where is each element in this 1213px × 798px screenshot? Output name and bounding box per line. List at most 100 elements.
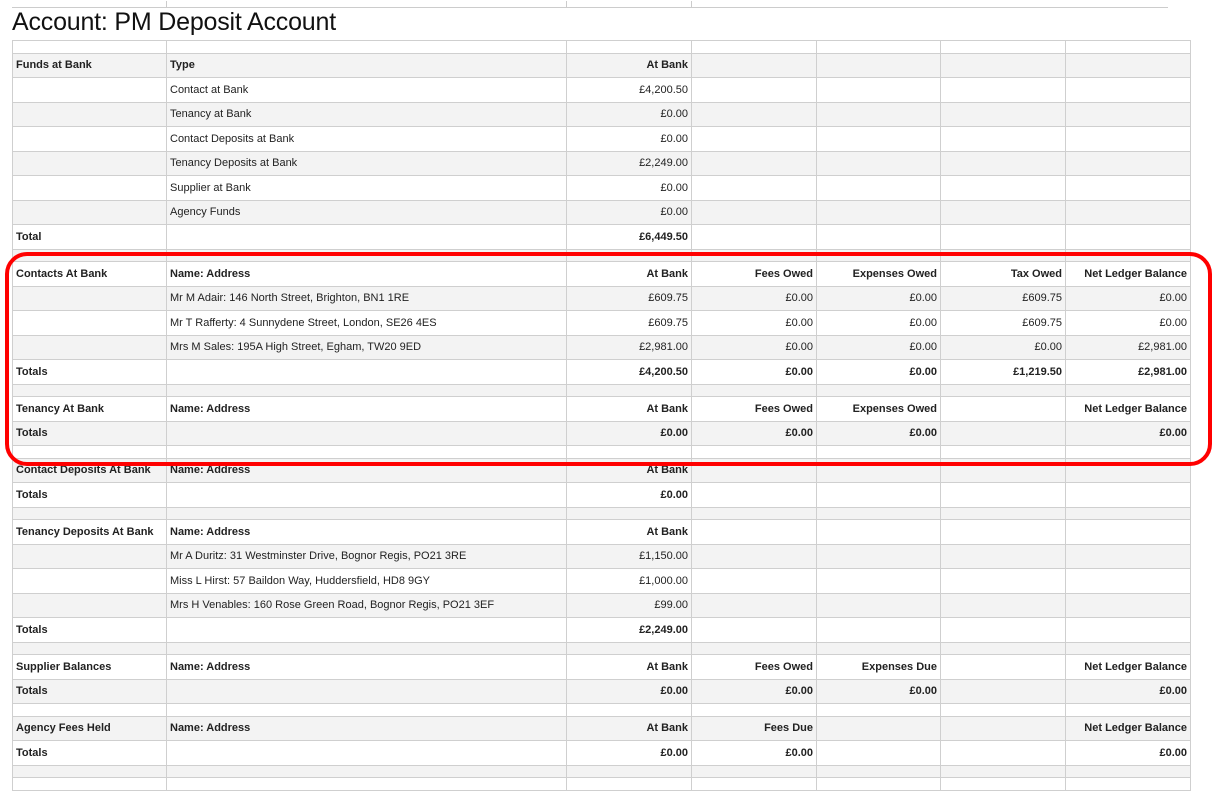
table-cell: Mrs H Venables: 160 Rose Green Road, Bog…: [166, 592, 567, 618]
table-cell: [940, 396, 1066, 422]
spacer-row: [12, 445, 1191, 459]
table-cell: £0.00: [816, 359, 941, 385]
table-cell: £0.00: [691, 285, 817, 311]
table-cell: Fees Owed: [691, 261, 817, 287]
table-cell: [816, 224, 941, 250]
table-cell: [940, 617, 1066, 643]
table-cell: [691, 703, 817, 717]
table-cell: [166, 359, 567, 385]
table-row: Mr T Rafferty: 4 Sunnydene Street, Londo…: [12, 310, 1191, 336]
table-cell: [1065, 592, 1191, 618]
table-cell: £609.75: [566, 285, 692, 311]
table-cell: [816, 641, 941, 655]
table-cell: [12, 777, 167, 791]
table-cell: [166, 764, 567, 778]
table-cell: [816, 199, 941, 225]
table-cell: [816, 150, 941, 176]
table-cell: At Bank: [566, 715, 692, 741]
table-cell: [940, 641, 1066, 655]
table-cell: Fees Due: [691, 715, 817, 741]
table-cell: [816, 52, 941, 78]
table-cell: Mr M Adair: 146 North Street, Brighton, …: [166, 285, 567, 311]
table-cell: Totals: [12, 740, 167, 766]
table-cell: [816, 457, 941, 483]
table-cell: Funds at Bank: [12, 52, 167, 78]
table-row: Contact Deposits at Bank £0.00: [12, 126, 1191, 152]
table-cell: [691, 175, 817, 201]
table-cell: [166, 641, 567, 655]
table-cell: [940, 457, 1066, 483]
table-cell: £1,000.00: [566, 568, 692, 594]
table-cell: Expenses Owed: [816, 261, 941, 287]
table-cell: Totals: [12, 420, 167, 446]
table-cell: [816, 568, 941, 594]
table-cell: [816, 617, 941, 643]
table-cell: [566, 506, 692, 520]
table-cell: [566, 641, 692, 655]
table-cell: [940, 199, 1066, 225]
table-cell: Name: Address: [166, 261, 567, 287]
table-cell: [12, 703, 167, 717]
table-row: Totals £0.00 £0.00 £0.00 £0.00: [12, 678, 1191, 704]
table-cell: £2,981.00: [1065, 359, 1191, 385]
table-row: Mr A Duritz: 31 Westminster Drive, Bogno…: [12, 543, 1191, 569]
table-cell: [691, 224, 817, 250]
table-cell: [816, 248, 941, 262]
table-cell: [1065, 248, 1191, 262]
table-cell: [940, 126, 1066, 152]
table-cell: [12, 40, 167, 54]
table-cell: Net Ledger Balance: [1065, 654, 1191, 680]
table-cell: [940, 77, 1066, 103]
table-cell: [940, 40, 1066, 54]
table-row: Tenancy Deposits at Bank £2,249.00: [12, 150, 1191, 176]
table-cell: [1065, 764, 1191, 778]
table-cell: [12, 543, 167, 569]
table-cell: £0.00: [691, 420, 817, 446]
table-cell: Net Ledger Balance: [1065, 396, 1191, 422]
table-cell: £1,219.50: [940, 359, 1066, 385]
table-cell: [166, 740, 567, 766]
table-row: Agency Fees Held Name: Address At Bank Fees…: [12, 715, 1191, 741]
table-cell: Mrs M Sales: 195A High Street, Egham, TW…: [166, 334, 567, 360]
table-cell: [691, 506, 817, 520]
table-cell: £0.00: [566, 175, 692, 201]
spacer-row: [12, 641, 1191, 655]
table-cell: [816, 543, 941, 569]
table-cell: [691, 445, 817, 459]
table-cell: [816, 703, 941, 717]
table-cell: [1065, 703, 1191, 717]
table-cell: Type: [166, 52, 567, 78]
table-cell: [940, 52, 1066, 78]
table-cell: [940, 764, 1066, 778]
table-cell: Contact Deposits at Bank: [166, 126, 567, 152]
table-cell: Miss L Hirst: 57 Baildon Way, Huddersfie…: [166, 568, 567, 594]
table-cell: £0.00: [566, 101, 692, 127]
table-cell: [816, 383, 941, 397]
table-cell: [816, 592, 941, 618]
table-cell: [691, 568, 817, 594]
table-cell: Agency Funds: [166, 199, 567, 225]
table-cell: £609.75: [940, 310, 1066, 336]
table-cell: [691, 126, 817, 152]
table-cell: [691, 150, 817, 176]
table-cell: [940, 224, 1066, 250]
table-cell: [1065, 543, 1191, 569]
table-cell: Totals: [12, 678, 167, 704]
table-cell: [940, 568, 1066, 594]
table-cell: [166, 248, 567, 262]
table-cell: £6,449.50: [566, 224, 692, 250]
table-cell: At Bank: [566, 396, 692, 422]
table-cell: [1065, 457, 1191, 483]
table-cell: [691, 199, 817, 225]
spacer-row: [12, 383, 1191, 397]
table-cell: [816, 40, 941, 54]
table-row: Miss L Hirst: 57 Baildon Way, Huddersfie…: [12, 568, 1191, 594]
table-cell: [940, 715, 1066, 741]
table-cell: [940, 175, 1066, 201]
table-cell: [1065, 126, 1191, 152]
table-cell: [940, 740, 1066, 766]
table-cell: [940, 248, 1066, 262]
table-cell: [816, 77, 941, 103]
table-cell: [940, 777, 1066, 791]
table-cell: £0.00: [691, 359, 817, 385]
